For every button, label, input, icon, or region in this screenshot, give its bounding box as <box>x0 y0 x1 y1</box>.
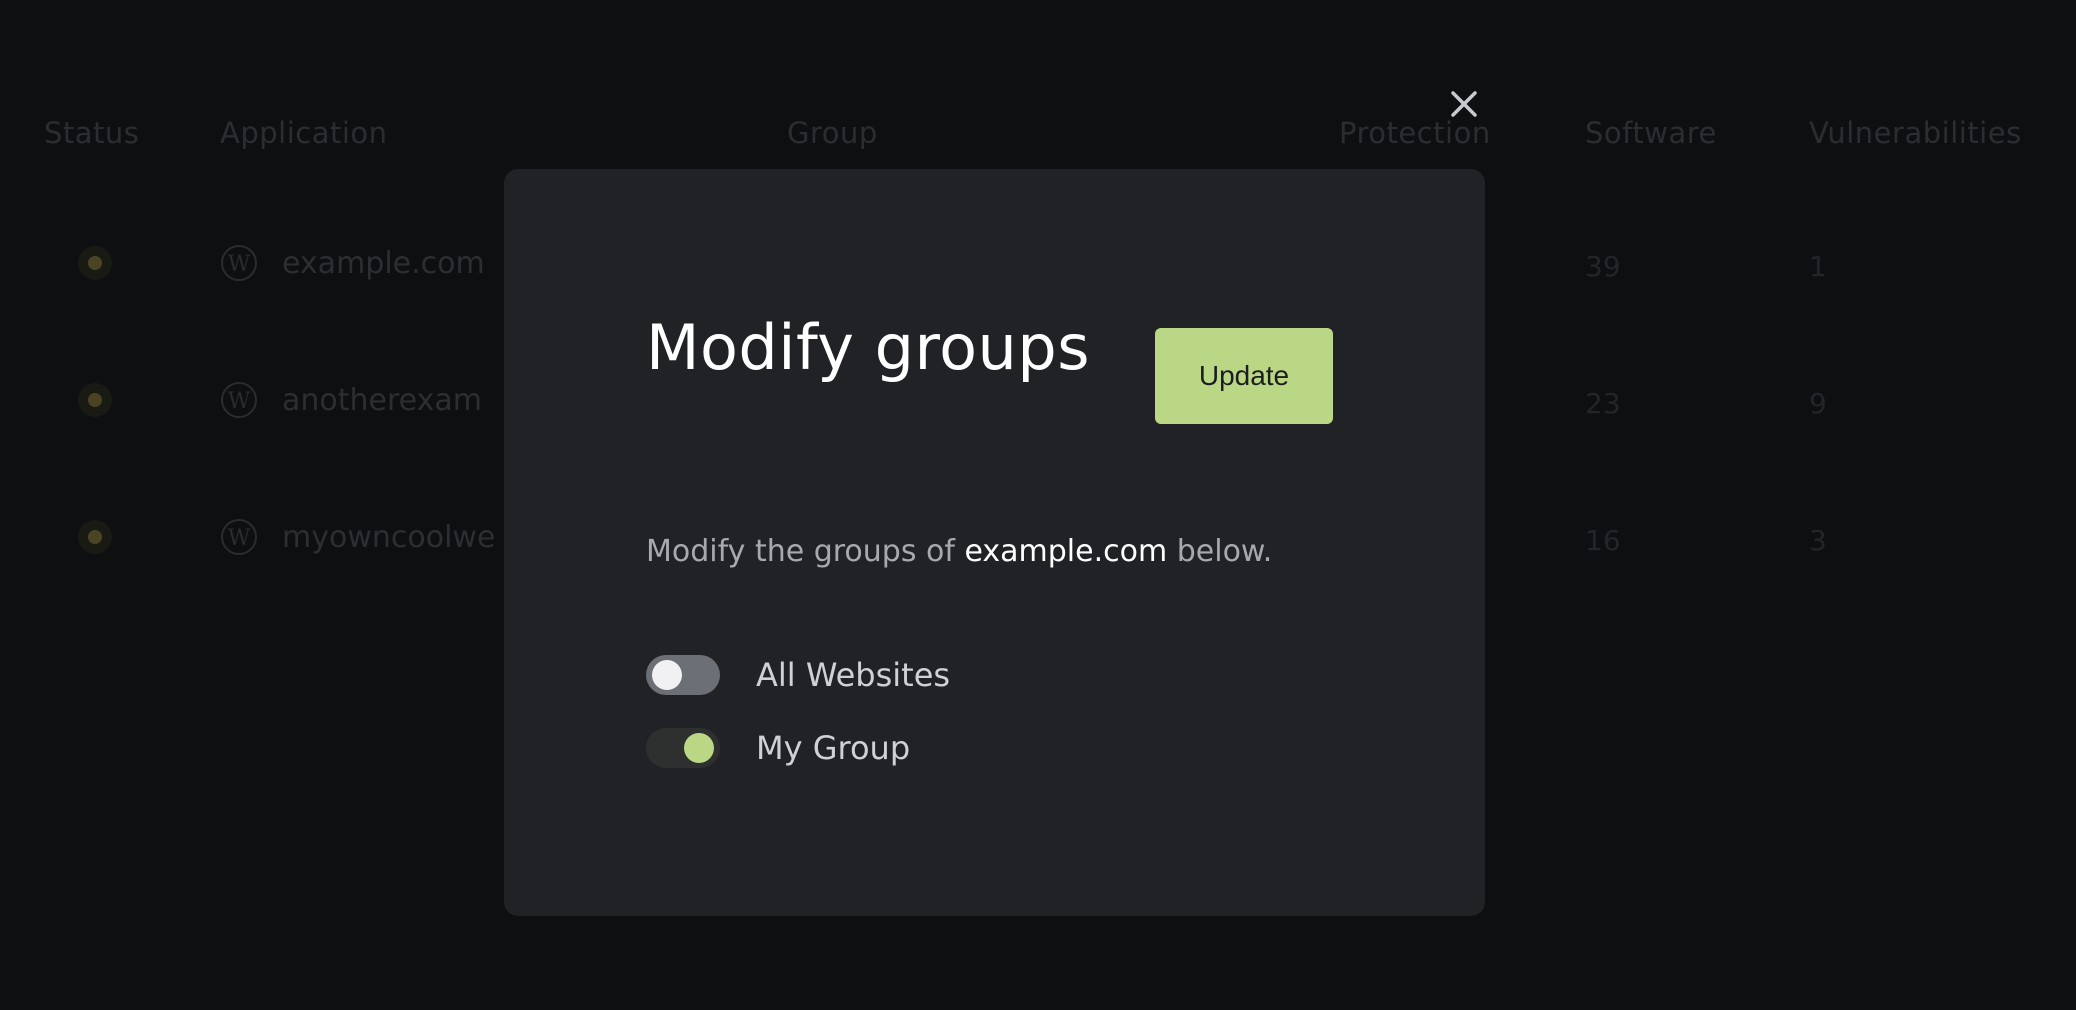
group-label: My Group <box>756 729 911 767</box>
description-suffix: below. <box>1167 534 1273 569</box>
description-site: example.com <box>964 534 1168 569</box>
close-button[interactable] <box>1444 84 1484 124</box>
update-button[interactable]: Update <box>1155 328 1333 424</box>
group-label: All Websites <box>756 656 951 694</box>
my-group-toggle[interactable] <box>646 728 720 768</box>
close-icon <box>1451 91 1477 117</box>
dialog-title: Modify groups <box>646 311 1091 384</box>
dialog-description: Modify the groups of example.com below. <box>646 534 1272 569</box>
toggle-knob <box>652 660 682 690</box>
description-prefix: Modify the groups of <box>646 534 965 569</box>
toggle-knob <box>684 733 714 763</box>
group-option-my-group: My Group <box>646 727 910 769</box>
all-websites-toggle[interactable] <box>646 655 720 695</box>
group-option-all-websites: All Websites <box>646 654 950 696</box>
modify-groups-dialog: Modify groups Update Modify the groups o… <box>504 169 1485 916</box>
page: Status Application Group Protection Soft… <box>0 0 2076 1010</box>
